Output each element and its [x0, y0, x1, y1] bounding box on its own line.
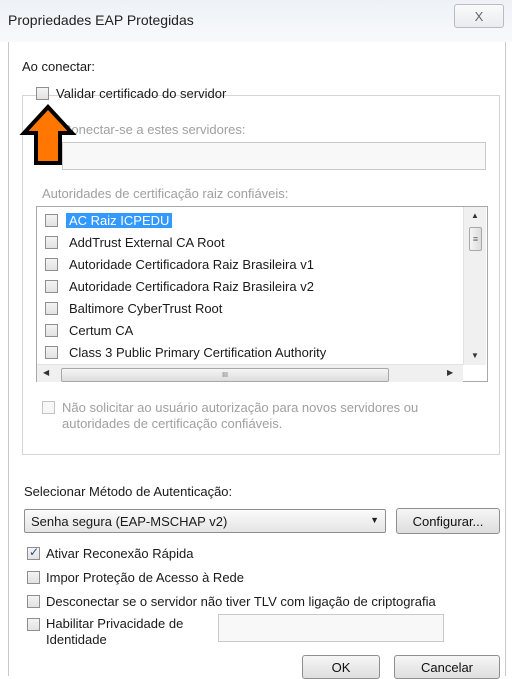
connect-servers-label: Conectar-se a estes servidores: [62, 122, 246, 137]
list-item-label: AC Raiz ICPEDU [66, 213, 173, 228]
list-item-label: Autoridade Certificadora Raiz Brasileira… [69, 279, 314, 294]
list-item[interactable]: AC Raiz ICPEDU [45, 211, 455, 231]
identity-privacy-label-line2: Identidade [46, 632, 107, 647]
list-item[interactable]: Baltimore CyberTrust Root [45, 299, 455, 319]
list-item[interactable]: Class 3 Public Primary Certification Aut… [45, 343, 455, 363]
connect-heading: Ao conectar: [22, 59, 95, 74]
window-border-right [505, 42, 506, 676]
no-prompt-checkbox [42, 401, 55, 414]
nap-checkbox[interactable] [27, 571, 40, 584]
scroll-down-icon[interactable]: ▼ [471, 351, 479, 360]
validate-cert-label[interactable]: Validar certificado do servidor [56, 86, 226, 101]
fast-reconnect-label[interactable]: Ativar Reconexão Rápida [46, 546, 193, 561]
list-item[interactable]: Autoridade Certificadora Raiz Brasileira… [45, 255, 455, 275]
list-item-label: Class 3 Public Primary Certification Aut… [69, 345, 327, 360]
annotation-arrow-shape [19, 104, 77, 165]
horizontal-scrollbar[interactable]: ◀ III ▶ [37, 364, 463, 382]
trusted-roots-label: Autoridades de certificação raiz confiáv… [42, 186, 289, 201]
scroll-left-icon[interactable]: ◀ [43, 368, 49, 377]
list-item-label: Baltimore CyberTrust Root [69, 301, 223, 316]
list-item-checkbox[interactable] [45, 236, 58, 249]
vertical-scroll-thumb[interactable]: ≡ [469, 227, 482, 251]
disconnect-tlv-label[interactable]: Desconectar se o servidor não tiver TLV … [46, 594, 436, 609]
auth-method-value: Senha segura (EAP-MSCHAP v2) [31, 514, 228, 529]
vertical-scrollbar[interactable]: ▲ ≡ ▼ [463, 207, 486, 365]
list-item-checkbox[interactable] [45, 280, 58, 293]
identity-input[interactable] [218, 614, 444, 642]
fast-reconnect-checkbox[interactable] [27, 545, 40, 560]
list-item-checkbox[interactable] [45, 324, 58, 337]
scroll-up-icon[interactable]: ▲ [471, 211, 479, 220]
connect-servers-input[interactable] [62, 142, 486, 170]
scroll-right-icon[interactable]: ▶ [447, 368, 453, 377]
list-item-checkbox[interactable] [45, 346, 58, 359]
disconnect-tlv-checkbox[interactable] [27, 595, 40, 608]
no-prompt-label: Não solicitar ao usuário autorização par… [62, 400, 492, 432]
configure-button[interactable]: Configurar... [396, 508, 500, 534]
auth-method-select[interactable]: Senha segura (EAP-MSCHAP v2) ▼ [24, 509, 386, 533]
list-item-label: Autoridade Certificadora Raiz Brasileira… [69, 257, 314, 272]
title-bar: Propriedades EAP Protegidas X [0, 0, 512, 42]
list-item-label: Certum CA [69, 323, 134, 338]
cancel-button[interactable]: Cancelar [394, 655, 500, 679]
trusted-roots-list[interactable]: AC Raiz ICPEDU AddTrust External CA Root… [36, 206, 488, 382]
list-item-checkbox[interactable] [45, 258, 58, 271]
identity-privacy-label[interactable]: Habilitar Privacidade de Identidade [46, 616, 183, 648]
list-item[interactable]: Certum CA [45, 321, 455, 341]
no-prompt-label-line1: Não solicitar ao usuário autorização par… [62, 400, 419, 415]
list-item-checkbox[interactable] [45, 302, 58, 315]
identity-privacy-checkbox[interactable] [27, 618, 40, 631]
dropdown-arrow-icon: ▼ [370, 515, 379, 525]
window-title: Propriedades EAP Protegidas [8, 12, 194, 28]
annotation-arrow-icon [19, 104, 77, 165]
window-border-left [8, 42, 9, 676]
list-item-label: AddTrust External CA Root [69, 235, 225, 250]
auth-method-heading: Selecionar Método de Autenticação: [24, 484, 233, 499]
list-item-checkbox[interactable] [45, 214, 58, 227]
list-item[interactable]: Autoridade Certificadora Raiz Brasileira… [45, 277, 455, 297]
close-button[interactable]: X [454, 4, 504, 28]
validate-cert-checkbox[interactable] [36, 87, 49, 100]
list-item[interactable]: AddTrust External CA Root [45, 233, 455, 253]
no-prompt-label-line2: autoridades de certificação confiáveis. [62, 416, 283, 431]
close-icon: X [474, 8, 484, 24]
ok-button[interactable]: OK [302, 655, 380, 679]
identity-privacy-label-line1: Habilitar Privacidade de [46, 616, 184, 631]
nap-label[interactable]: Impor Proteção de Acesso à Rede [46, 570, 244, 585]
horizontal-scroll-thumb[interactable]: III [61, 368, 389, 382]
